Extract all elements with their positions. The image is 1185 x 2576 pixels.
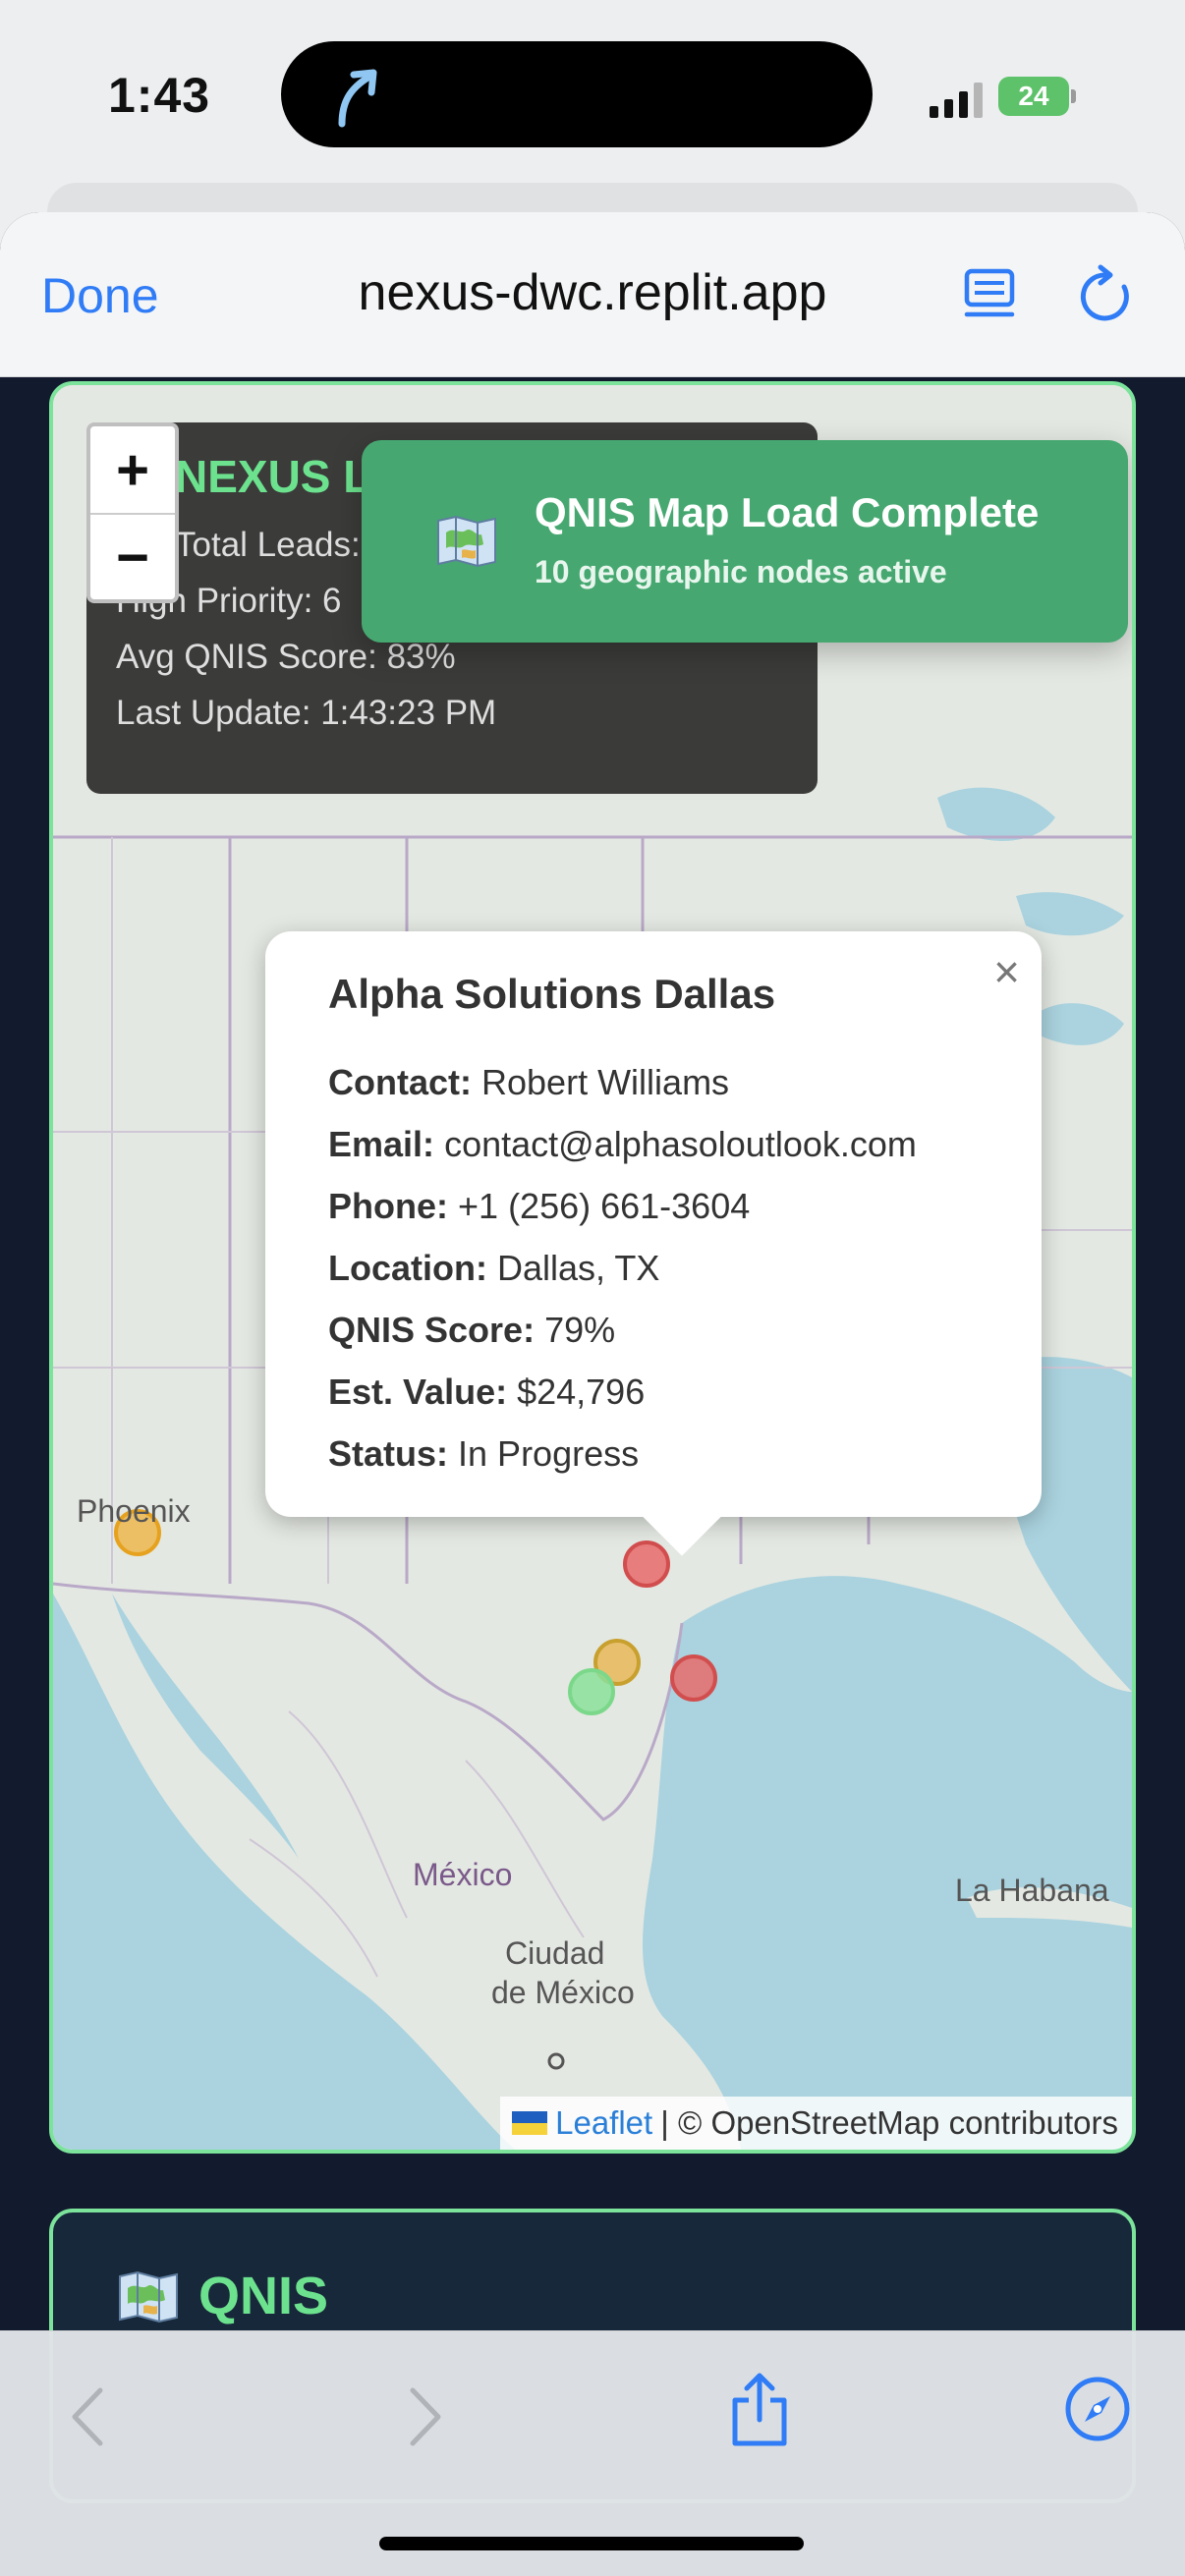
battery-level: 24 [998, 77, 1069, 116]
houston-lead-marker[interactable] [670, 1654, 717, 1702]
reader-mode-icon[interactable] [963, 265, 1016, 324]
home-indicator [379, 2537, 804, 2550]
map-label-mexico: México [413, 1857, 513, 1892]
map-attribution: Leaflet | © OpenStreetMap contributors [500, 2097, 1132, 2150]
location-arrow-icon [338, 69, 377, 128]
ukraine-flag-icon [512, 2111, 548, 2135]
back-icon[interactable] [63, 2382, 110, 2451]
popup-title: Alpha Solutions Dallas [328, 971, 776, 1017]
qnis-section-title: QNIS [198, 2267, 329, 2325]
status-bar: 1:43 24 [0, 0, 1185, 187]
battery-icon: 24 [998, 77, 1077, 116]
popup-row-est-value: Est. Value: $24,796 [328, 1372, 646, 1412]
dynamic-island [281, 41, 873, 147]
popup-row-location: Location: Dallas, TX [328, 1248, 660, 1288]
status-time: 1:43 [108, 68, 211, 123]
reload-icon[interactable] [1077, 263, 1136, 326]
popup-row-status: Status: In Progress [328, 1433, 640, 1474]
map-label-phoenix: Phoenix [77, 1493, 191, 1529]
share-icon[interactable] [727, 2371, 792, 2449]
cellular-signal-icon [930, 83, 983, 118]
popup-row-contact: Contact: Robert Williams [328, 1062, 730, 1102]
san-antonio-lead-marker[interactable] [568, 1668, 615, 1715]
lead-popup: × Alpha Solutions Dallas Contact: Robert… [265, 931, 1042, 1556]
compass-icon[interactable] [1063, 2375, 1132, 2443]
map-icon [119, 2270, 178, 2324]
stats-last-update: Last Update: 1:43:23 PM [116, 694, 497, 732]
popup-row-qnis-score: QNIS Score: 79% [328, 1310, 616, 1350]
osm-attribution[interactable]: | © OpenStreetMap contributors [660, 2104, 1118, 2142]
dallas-lead-marker[interactable] [623, 1540, 670, 1588]
map-load-toast[interactable]: QNIS Map Load Complete 10 geographic nod… [362, 440, 1128, 643]
map-label-habana: La Habana [955, 1873, 1109, 1908]
popup-close-button[interactable]: × [993, 945, 1020, 998]
zoom-in-button[interactable]: + [90, 426, 175, 513]
zoom-control: + − [86, 422, 179, 603]
leaflet-link[interactable]: Leaflet [555, 2104, 652, 2142]
toast-title: QNIS Map Load Complete [535, 489, 1040, 535]
page-content: Phoenix México Ciudad de México La Haban… [0, 377, 1185, 2503]
popup-row-phone: Phone: +1 (256) 661-3604 [328, 1186, 751, 1226]
map-label-ciudad: Ciudad [505, 1935, 605, 1971]
browser-sheet: Done nexus-dwc.replit.app Phoenix México… [0, 212, 1185, 2576]
zoom-out-button[interactable]: − [90, 513, 175, 599]
map-label-de-mexico: de México [491, 1975, 635, 2010]
lead-map[interactable]: Phoenix México Ciudad de México La Haban… [49, 381, 1136, 2154]
url-bar: Done nexus-dwc.replit.app [0, 212, 1185, 377]
map-icon [437, 515, 496, 568]
toast-subtitle: 10 geographic nodes active [535, 554, 947, 589]
popup-row-email: Email: contact@alphasoloutlook.com [328, 1124, 917, 1164]
forward-icon[interactable] [403, 2382, 450, 2451]
